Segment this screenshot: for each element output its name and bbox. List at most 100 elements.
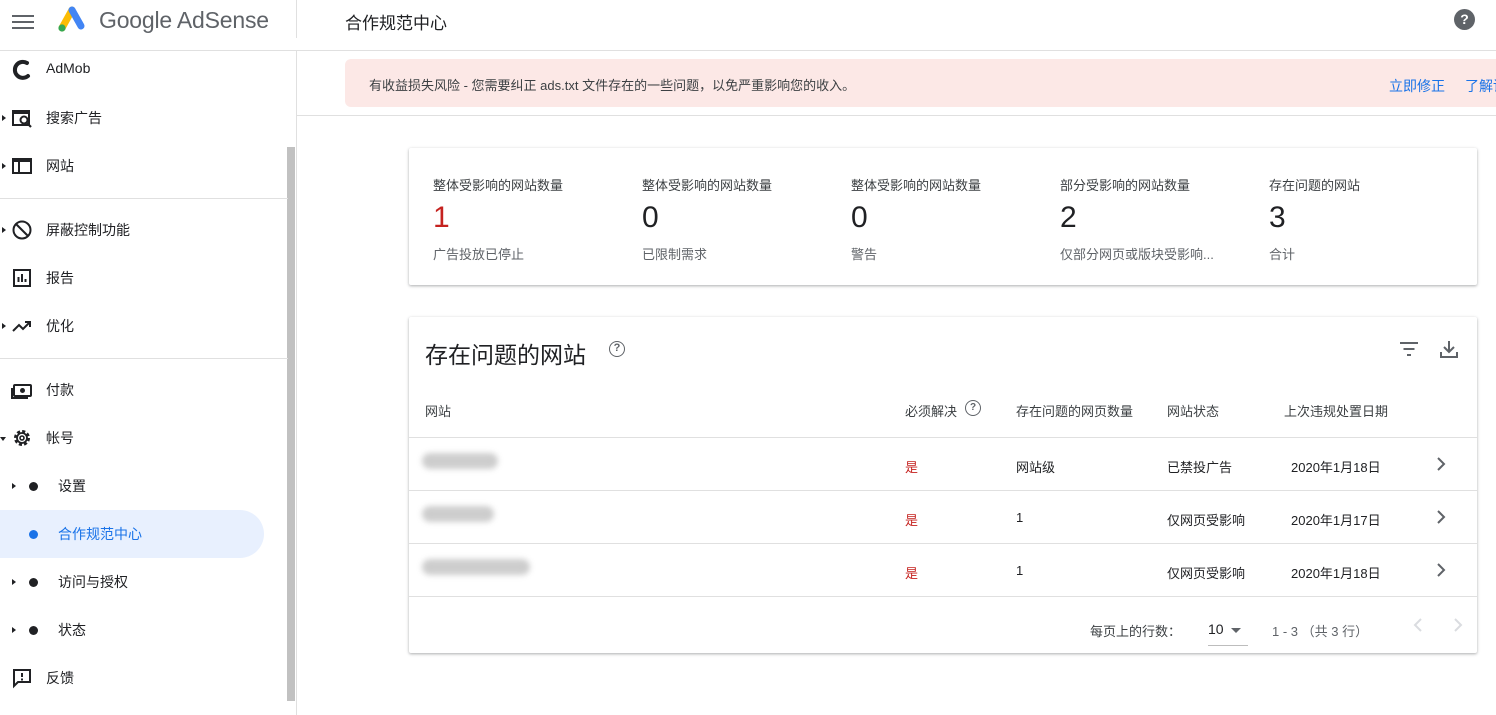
sidebar-subitem-status[interactable]: 状态 [0, 606, 280, 654]
sidebar-item-admob[interactable]: AdMob [0, 51, 280, 94]
sidebar-item-label: 优化 [46, 318, 74, 334]
main-divider [297, 115, 1496, 116]
stat-title: 整体受影响的网站数量 [642, 178, 773, 193]
site-status-value: 仅网页受影响 [1167, 566, 1246, 581]
sidebar-item-label: 付款 [46, 382, 74, 398]
download-icon[interactable] [1439, 339, 1459, 359]
expand-arrow-icon[interactable] [2, 163, 6, 169]
rows-per-page-label: 每页上的行数： [1090, 624, 1182, 639]
stat-sites-with-issues: 存在问题的网站 3 合计 [1269, 148, 1469, 285]
sidebar-item-payments[interactable]: 付款 [0, 366, 280, 414]
learn-more-link[interactable]: 了解详情 [1465, 76, 1496, 96]
site-status-value: 已禁投广告 [1167, 460, 1233, 475]
sidebar-item-label: 屏蔽控制功能 [46, 222, 130, 238]
help-icon[interactable]: ? [965, 400, 981, 416]
sidebar-item-search-ads[interactable]: 搜索广告 [0, 94, 280, 142]
page-count-value: 1 [1016, 563, 1024, 578]
help-icon[interactable]: ? [609, 341, 625, 357]
dropdown-arrow-icon [1231, 628, 1241, 633]
expand-arrow-icon[interactable] [12, 579, 16, 585]
stat-value: 0 [642, 201, 659, 234]
redacted-site-name [422, 453, 498, 469]
expand-arrow-icon[interactable] [12, 483, 16, 489]
stat-subtitle: 仅部分网页或版块受影响... [1060, 247, 1214, 262]
stat-value: 1 [433, 201, 450, 234]
sidebar-divider [0, 358, 288, 359]
last-action-date-value: 2020年1月18日 [1291, 460, 1381, 475]
gear-icon [14, 430, 30, 446]
bullet-icon [29, 626, 38, 635]
sidebar-item-label: 帐号 [46, 430, 74, 446]
redacted-site-name [422, 506, 494, 522]
sidebar-item-label: 状态 [58, 622, 86, 638]
sidebar: AdMob 搜索广告 网站 屏蔽控制功能 报告 优化 付款 帐号 设置 合作规范… [0, 51, 297, 715]
page-title: 合作规范中心 [345, 14, 447, 33]
last-action-date-value: 2020年1月18日 [1291, 566, 1381, 581]
must-fix-value: 是 [905, 513, 919, 528]
filter-icon[interactable] [1399, 341, 1419, 357]
stat-demand-restricted: 整体受影响的网站数量 0 已限制需求 [642, 148, 842, 285]
sidebar-item-blocking-controls[interactable]: 屏蔽控制功能 [0, 206, 280, 254]
stat-warnings: 整体受影响的网站数量 0 警告 [851, 148, 1051, 285]
top-app-bar: Google AdSense 合作规范中心 ? [0, 0, 1496, 51]
stat-value: 0 [851, 201, 868, 234]
sidebar-item-label: 网站 [46, 158, 74, 174]
menu-icon[interactable] [12, 12, 34, 30]
sidebar-item-sites[interactable]: 网站 [0, 142, 280, 190]
column-header-must-fix: 必须解决 [905, 404, 958, 419]
stat-title: 整体受影响的网站数量 [433, 178, 564, 193]
table-footer-divider [409, 596, 1477, 597]
brand-name: Google AdSense [99, 7, 269, 33]
sites-with-issues-card: 存在问题的网站 ? 网站 必须解决 ? 存在问题的网页数量 网站状态 上次违规处… [409, 317, 1477, 653]
sidebar-item-label: 报告 [46, 270, 74, 286]
table-row[interactable]: 是 1 仅网页受影响 2020年1月17日 [409, 490, 1477, 543]
expand-arrow-icon[interactable] [2, 115, 6, 121]
chevron-right-icon[interactable] [1435, 562, 1447, 578]
must-fix-value: 是 [905, 460, 919, 475]
rows-per-page-value: 10 [1208, 621, 1224, 637]
sidebar-item-label: AdMob [46, 60, 91, 76]
revenue-risk-banner: 有收益损失风险 - 您需要纠正 ads.txt 文件存在的一些问题，以免严重影响… [345, 59, 1496, 107]
banner-message: 有收益损失风险 - 您需要纠正 ads.txt 文件存在的一些问题，以免严重影响… [369, 78, 856, 93]
sidebar-item-feedback[interactable]: 反馈 [0, 654, 280, 702]
rows-per-page-select[interactable]: 10 [1208, 616, 1248, 646]
fix-now-link[interactable]: 立即修正 [1389, 76, 1445, 96]
page-count-value: 1 [1016, 510, 1024, 525]
table-row[interactable]: 是 1 仅网页受影响 2020年1月18日 [409, 543, 1477, 596]
table-title: 存在问题的网站 [425, 342, 586, 368]
chevron-right-icon[interactable] [1435, 456, 1447, 472]
expand-arrow-icon[interactable] [12, 627, 16, 633]
expand-arrow-icon[interactable] [2, 323, 6, 329]
stat-subtitle: 警告 [851, 247, 878, 262]
page-count-value: 网站级 [1016, 460, 1056, 475]
redacted-site-name [422, 559, 530, 575]
column-header-site: 网站 [425, 404, 452, 419]
bullet-icon [29, 578, 38, 587]
stat-subtitle: 广告投放已停止 [433, 247, 525, 262]
sidebar-scrollbar[interactable] [287, 147, 295, 701]
column-header-page-count: 存在问题的网页数量 [1016, 404, 1134, 419]
sidebar-divider [0, 198, 288, 199]
stat-title: 部分受影响的网站数量 [1060, 178, 1191, 193]
sidebar-subitem-settings[interactable]: 设置 [0, 462, 280, 510]
pagination-range: 1 - 3 （共 3 行） [1272, 624, 1369, 639]
table-row[interactable]: 是 网站级 已禁投广告 2020年1月18日 [409, 437, 1477, 490]
sidebar-subitem-policy-center[interactable]: 合作规范中心 [0, 510, 264, 558]
chevron-right-icon[interactable] [1449, 617, 1465, 633]
collapse-arrow-icon[interactable] [0, 437, 6, 441]
sidebar-item-account[interactable]: 帐号 [0, 414, 280, 462]
stats-summary-card: 整体受影响的网站数量 1 广告投放已停止 整体受影响的网站数量 0 已限制需求 … [409, 148, 1477, 285]
chevron-left-icon[interactable] [1411, 617, 1427, 633]
sidebar-item-reports[interactable]: 报告 [0, 254, 280, 302]
feedback-icon [13, 669, 31, 689]
payment-icon [11, 384, 32, 399]
stat-title: 存在问题的网站 [1269, 178, 1361, 193]
sidebar-item-optimization[interactable]: 优化 [0, 302, 280, 350]
stat-title: 整体受影响的网站数量 [851, 178, 982, 193]
help-icon[interactable]: ? [1454, 9, 1475, 30]
sidebar-item-label: 设置 [58, 478, 86, 494]
sidebar-subitem-access[interactable]: 访问与授权 [0, 558, 280, 606]
chevron-right-icon[interactable] [1435, 509, 1447, 525]
expand-arrow-icon[interactable] [2, 227, 6, 233]
site-status-value: 仅网页受影响 [1167, 513, 1246, 528]
